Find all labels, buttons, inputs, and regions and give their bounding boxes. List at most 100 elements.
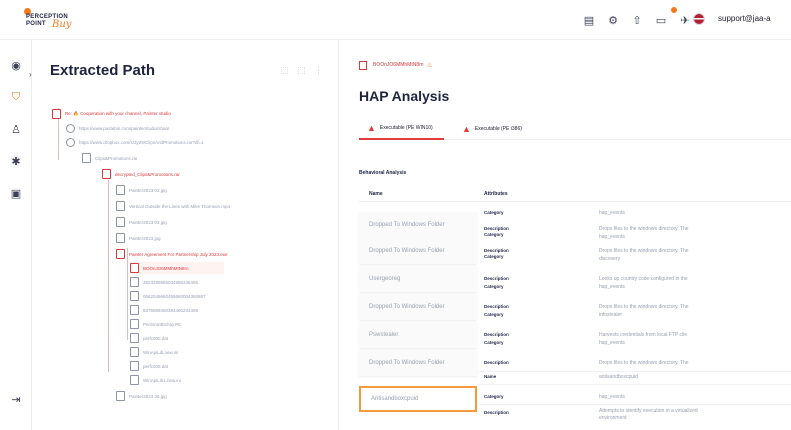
attr-key: Category	[484, 210, 504, 215]
file-icon	[130, 333, 139, 343]
behavior-row-name[interactable]: Usergeoreg	[359, 266, 477, 292]
file-icon	[130, 305, 139, 315]
attr-value: Drops files to the windows directory. Th…	[599, 360, 689, 366]
file-icon	[130, 263, 139, 273]
tree-node-selected[interactable]: BOOnJO6MMhMtN8rn	[130, 262, 224, 274]
attr-key: Category	[484, 284, 504, 289]
tree-node-file[interactable]: WinApiLib.new.ini	[130, 346, 178, 358]
bug-icon[interactable]: ✱	[9, 154, 23, 168]
attr-key: Description	[484, 304, 509, 309]
attr-value: Attempts to identify execution in a virt…	[599, 408, 698, 421]
tree-node-file[interactable]: PerSmmBtchay.PE	[130, 318, 181, 330]
tree-node-file[interactable]: Painter Agreement For Partnership July 2…	[116, 248, 228, 260]
file-icon	[116, 391, 125, 401]
panel-title: Extracted Path	[50, 62, 156, 79]
file-icon	[116, 201, 125, 211]
tree-node-url[interactable]: https://www.pastebin.com/painterstudio/s…	[66, 122, 170, 134]
tab-pe-i386[interactable]: ▲ Executable (PE i386)	[454, 118, 534, 140]
top-bar: PERCEPTION POINT Buy ▤ ⚙ ⇧ ▭ ✈ support@j…	[0, 0, 791, 40]
file-icon	[116, 185, 125, 195]
attr-key: Description	[484, 248, 509, 253]
page-title: HAP Analysis	[359, 88, 450, 104]
logo-line-2: POINT	[26, 21, 46, 27]
attr-value: Harvests credentials from local FTP clie	[599, 332, 687, 338]
attr-value: infostealer	[599, 312, 623, 318]
breadcrumb[interactable]: BOOnJO6MMhMtN8rn ♨	[359, 60, 433, 70]
tree-node-file[interactable]: 3823289665034956235466	[130, 276, 198, 288]
behavior-row-name[interactable]: Dropped To Windows Folder	[359, 238, 477, 264]
tree-node-file[interactable]: perfc000.dat	[130, 332, 168, 344]
flag-icon[interactable]	[693, 13, 705, 25]
attr-value: hap_events	[599, 394, 625, 400]
file-icon	[82, 153, 91, 163]
tab-pe-win10[interactable]: ▲ Executable (PE WIN10)	[359, 118, 444, 140]
file-icon	[130, 277, 139, 287]
tree-node-file[interactable]: decrypted_Clips&Promotions.rar	[102, 168, 180, 180]
divider	[479, 404, 791, 405]
tab-bar: ▲ Executable (PE WIN10) ▲ Executable (PE…	[359, 118, 791, 140]
user-icon[interactable]: ♙	[9, 122, 23, 136]
user-email[interactable]: support@jaa-a	[718, 14, 791, 23]
top-icon-group: ▤ ⚙ ⇧ ▭ ✈	[582, 12, 692, 28]
upload-icon[interactable]: ⇧	[630, 13, 644, 27]
rocket-icon[interactable]: ✈	[678, 13, 692, 27]
tree-line	[127, 248, 128, 340]
tree-node-file[interactable]: Vertical Outside the Lines with Mike Tho…	[116, 200, 230, 212]
warning-icon: ▲	[462, 124, 471, 134]
tree-node-file[interactable]: perfc009.dat	[130, 360, 168, 372]
hap-analysis-content: BOOnJO6MMhMtN8rn ♨ HAP Analysis ▲ Execut…	[339, 40, 791, 430]
tree-node-file[interactable]: Clips&Promotions.rar	[82, 152, 138, 164]
logout-icon[interactable]: ⇥	[9, 392, 23, 406]
tree-node-file[interactable]: Painter2023 05.jpg	[116, 390, 167, 402]
attr-key: Description	[484, 276, 509, 281]
behavior-row-name[interactable]: Dropped To Windows Folder	[359, 212, 477, 238]
file-icon	[130, 375, 139, 385]
tree-node-file[interactable]: Painter2023 02.jpg	[116, 184, 167, 196]
attr-value: hap_events	[599, 284, 625, 290]
tree-node-file[interactable]: 8376669460384460234386	[130, 304, 198, 316]
attr-value: Looks up country code configured in the	[599, 276, 688, 282]
document-icon[interactable]: ▤	[582, 13, 596, 27]
behavior-row-name[interactable]: Dropped To Windows Folder	[359, 350, 477, 376]
attr-key: Description	[484, 360, 509, 365]
flame-icon: ♨	[426, 62, 433, 69]
file-icon	[130, 361, 139, 371]
attr-value: Drops files to the windows directory. Th…	[599, 248, 689, 254]
divider	[479, 384, 791, 385]
panel-tools[interactable]: ⬚ ⬚ ⋮	[280, 65, 326, 76]
globe-icon	[66, 137, 75, 147]
file-icon	[130, 291, 139, 301]
attr-value: hap_events	[599, 340, 625, 346]
file-icon	[116, 249, 125, 259]
notification-badge	[671, 7, 677, 13]
chat-icon[interactable]: ▭	[654, 13, 668, 27]
tree-node-file[interactable]: WinApiLib1.new.ini	[130, 374, 181, 386]
brand-logo[interactable]: PERCEPTION POINT Buy	[24, 8, 84, 34]
divider	[359, 201, 791, 202]
tree-node-file[interactable]: 0062049660485660004350687	[130, 290, 206, 302]
tree-node-file[interactable]: Painter2023 03.jpg	[116, 216, 167, 228]
extracted-path-panel: Extracted Path ⬚ ⬚ ⋮ Re: 🔥 Cooperation w…	[32, 40, 339, 430]
attr-key: Category	[484, 254, 504, 259]
attr-value: Drops files to the windows directory. Th…	[599, 226, 689, 232]
logo-script: Buy	[52, 19, 72, 30]
behavior-row-name-highlighted[interactable]: Antisandboxcpuid	[359, 386, 477, 412]
warning-icon: ▲	[367, 123, 376, 133]
attr-key: Category	[484, 340, 504, 345]
eye-icon[interactable]: ◉	[9, 58, 23, 72]
tree-node-url[interactable]: https://www.dropbox.com/s/3y29/ClipsAndP…	[66, 136, 204, 148]
behavior-row-name[interactable]: Pswstealer	[359, 322, 477, 348]
file-icon	[359, 60, 367, 70]
tree-node-file[interactable]: Painter2023.jpg	[116, 232, 161, 244]
file-icon	[102, 169, 111, 179]
tree-node-email[interactable]: Re: 🔥 Cooperation with your channel, Pai…	[52, 108, 171, 120]
attr-key: Description	[484, 410, 509, 415]
tree-line	[108, 180, 109, 372]
behavior-row-name[interactable]: Dropped To Windows Folder	[359, 294, 477, 320]
file-icon	[116, 217, 125, 227]
report-icon[interactable]: ▣	[9, 186, 23, 200]
attr-value: hap_events	[599, 210, 625, 216]
settings-icon[interactable]: ⚙	[606, 13, 620, 27]
attr-key: Category	[484, 312, 504, 317]
shield-icon[interactable]: ⛉	[9, 90, 23, 104]
